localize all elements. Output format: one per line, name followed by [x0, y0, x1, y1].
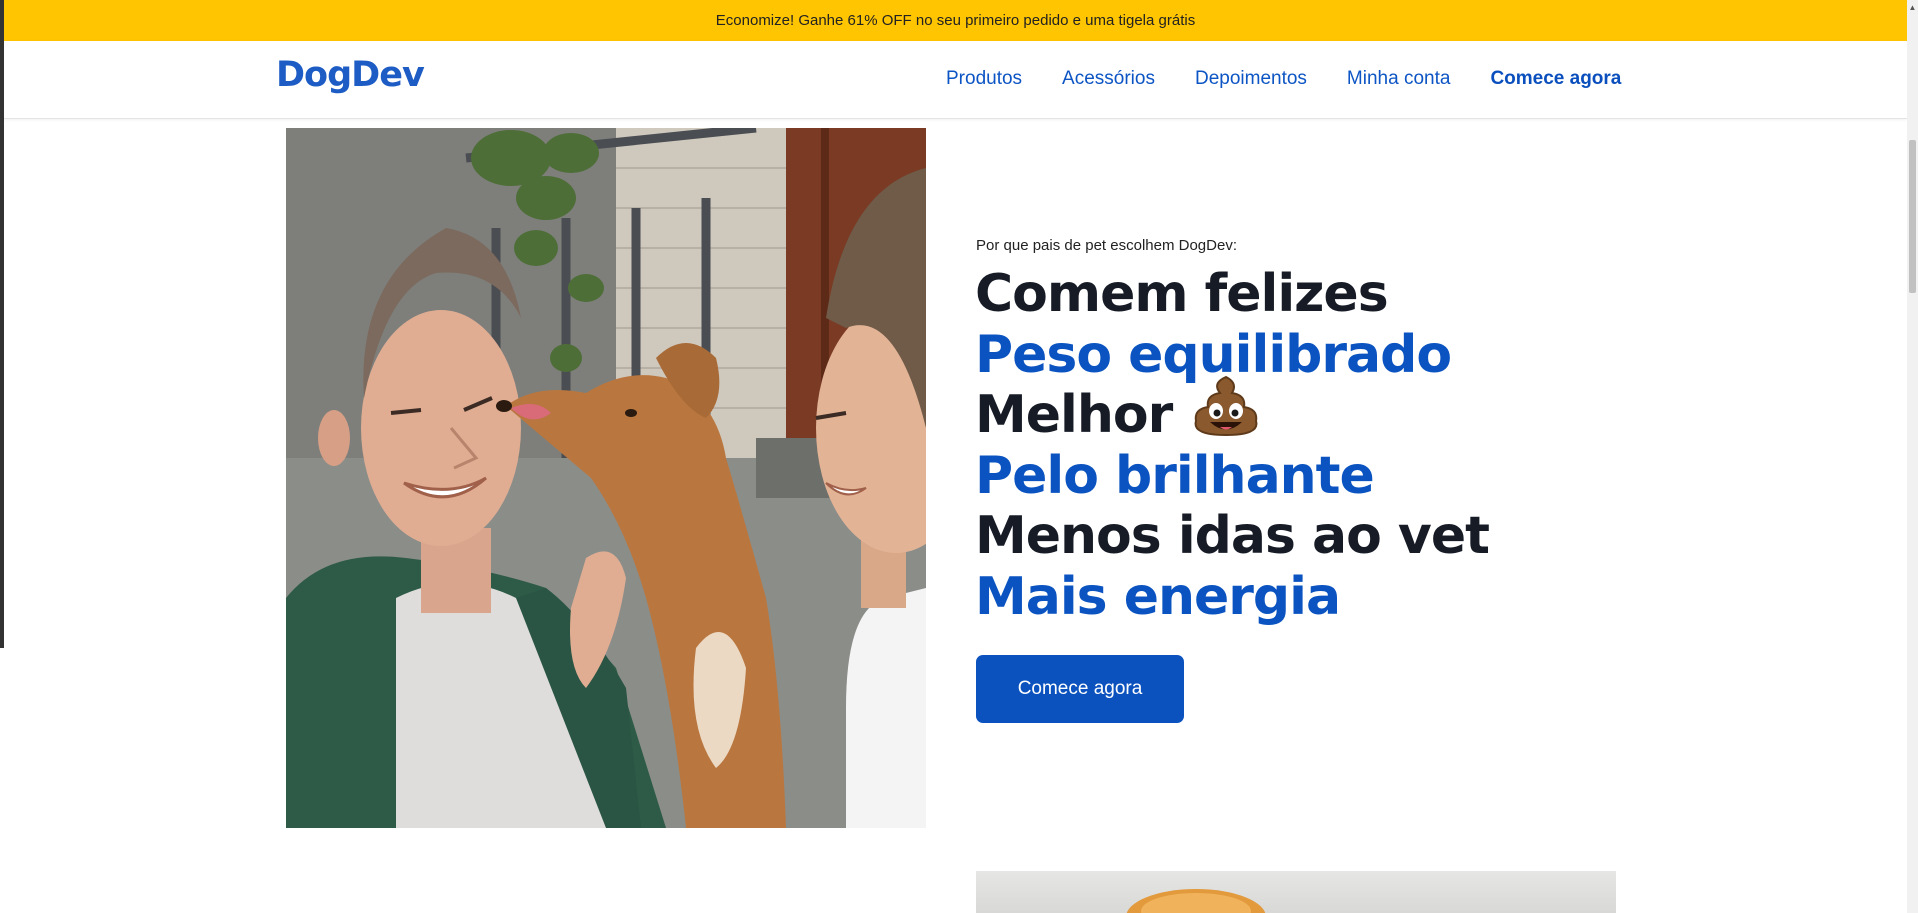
benefit-text: Menos idas ao vet	[975, 506, 1490, 566]
benefit-text: Pelo brilhante	[975, 445, 1375, 506]
couple-with-dog-photo	[286, 128, 926, 828]
nav-link-depoimentos[interactable]: Depoimentos	[1195, 68, 1307, 90]
poop-emoji-icon	[1190, 375, 1262, 451]
scrollbar-thumb[interactable]	[1909, 140, 1916, 293]
benefit-item: Comem felizes	[975, 264, 1489, 325]
nav-link-produtos[interactable]: Produtos	[946, 68, 1022, 90]
promo-text: Economize! Ganhe 61% OFF no seu primeiro…	[715, 12, 1196, 29]
site-header: DogDev Produtos Acessórios Depoimentos M…	[4, 41, 1907, 119]
hero-eyebrow: Por que pais de pet escolhem DogDev:	[976, 237, 1237, 254]
benefit-item: Menos idas ao vet	[975, 506, 1490, 567]
food-bowl-photo	[976, 871, 1616, 913]
nav-link-minha-conta[interactable]: Minha conta	[1347, 68, 1451, 90]
promo-banner: Economize! Ganhe 61% OFF no seu primeiro…	[4, 0, 1907, 41]
benefit-text: Mais energia	[975, 566, 1341, 627]
benefit-item: Pelo brilhante	[975, 446, 1489, 507]
comece-agora-button[interactable]: Comece agora	[976, 655, 1184, 723]
nav-link-acessorios[interactable]: Acessórios	[1062, 68, 1155, 90]
main-nav: Produtos Acessórios Depoimentos Minha co…	[946, 68, 1621, 90]
benefit-text: Comem felizes	[975, 264, 1389, 324]
page-scrollbar[interactable]: ▲	[1907, 0, 1918, 913]
nav-link-comece-agora[interactable]: Comece agora	[1490, 68, 1621, 90]
scroll-up-arrow-icon[interactable]: ▲	[1907, 0, 1918, 14]
benefit-item: Mais energia	[975, 567, 1489, 628]
benefit-list: Comem felizes Peso equilibrado Melhor Pe…	[975, 264, 1490, 628]
benefit-text: Melhor	[975, 385, 1173, 445]
benefit-item: Melhor	[975, 376, 1489, 446]
logo[interactable]: DogDev	[276, 55, 425, 95]
